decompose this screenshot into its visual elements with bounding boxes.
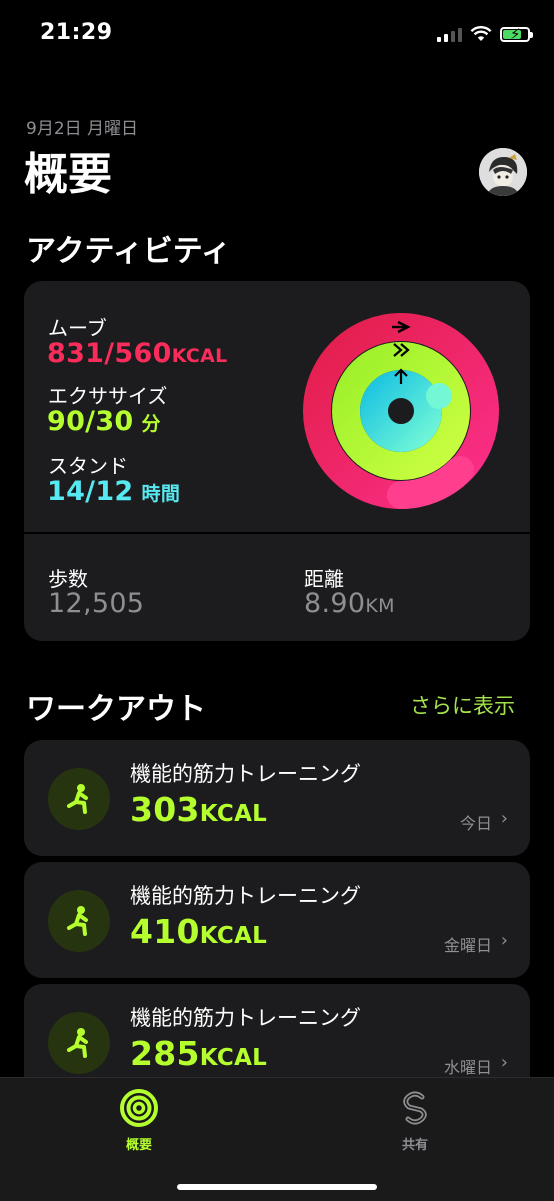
exercise-value: 90/30 分	[47, 406, 161, 437]
workout-name: 機能的筋力トレーニング	[130, 1006, 361, 1030]
activity-rings	[303, 313, 499, 509]
exercise-label: エクササイズ	[48, 384, 168, 408]
strength-training-icon	[48, 890, 110, 952]
tab-summary[interactable]: 概要	[100, 1088, 178, 1153]
chevron-right-icon: ›	[500, 930, 508, 951]
cellular-signal-icon	[437, 26, 462, 42]
steps-value: 12,505	[48, 588, 145, 619]
workout-name: 機能的筋力トレーニング	[130, 762, 361, 786]
home-indicator[interactable]	[177, 1184, 377, 1190]
sharing-icon	[403, 1091, 427, 1125]
strength-training-icon	[48, 1012, 110, 1074]
stand-value: 14/12 時間	[47, 476, 181, 507]
workout-day: 金曜日	[443, 936, 492, 955]
tab-sharing[interactable]: 共有	[376, 1088, 454, 1153]
move-value: 831/560KCAL	[47, 338, 228, 369]
workout-day: 水曜日	[443, 1058, 492, 1077]
header-date: 9月2日 月曜日	[26, 119, 139, 139]
status-time: 21:29	[40, 20, 113, 45]
battery-charging-icon: ⚡	[500, 25, 533, 43]
show-more-link[interactable]: さらに表示	[410, 690, 515, 720]
tab-bar: 概要 共有	[0, 1077, 554, 1201]
workouts-section-title: ワークアウト	[26, 692, 206, 727]
chevron-right-icon: ›	[500, 808, 508, 829]
activity-card-divider	[24, 532, 530, 534]
workout-calories: 410KCAL	[130, 912, 268, 951]
page-title: 概要	[24, 149, 112, 200]
activity-rings-icon	[120, 1089, 158, 1127]
distance-value: 8.90KM	[304, 588, 395, 619]
workout-card[interactable]: 機能的筋力トレーニング 410KCAL 金曜日 ›	[24, 862, 530, 978]
stand-label: スタンド	[48, 454, 128, 478]
tab-sharing-label: 共有	[401, 1138, 428, 1153]
workout-card[interactable]: 機能的筋力トレーニング 303KCAL 今日 ›	[24, 740, 530, 856]
workout-calories: 303KCAL	[130, 790, 268, 829]
workout-name: 機能的筋力トレーニング	[130, 884, 361, 908]
wifi-icon	[470, 26, 492, 41]
workout-day: 今日	[459, 814, 492, 833]
chevron-right-icon: ›	[500, 1052, 508, 1073]
status-icons: ⚡	[437, 24, 533, 44]
move-label: ムーブ	[48, 316, 107, 340]
workout-calories: 285KCAL	[130, 1034, 268, 1073]
activity-section-title: アクティビティ	[26, 234, 231, 269]
strength-training-icon	[48, 768, 110, 830]
profile-avatar[interactable]	[479, 148, 527, 196]
tab-summary-label: 概要	[125, 1138, 152, 1153]
